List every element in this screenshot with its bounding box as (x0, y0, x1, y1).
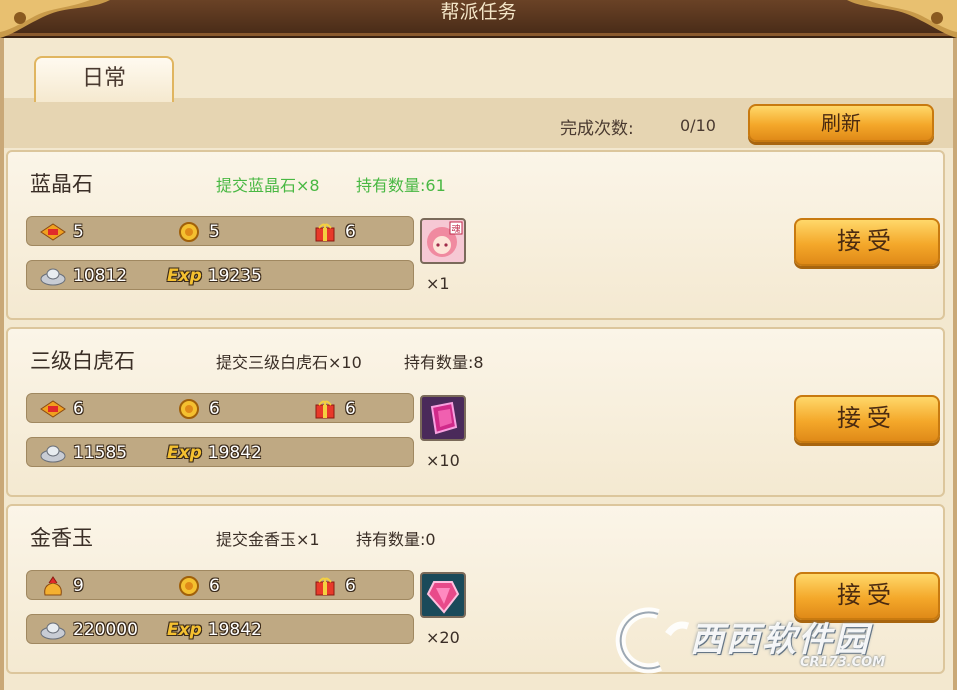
item-badge-text: 魂 (451, 223, 460, 235)
gold-coin-icon (179, 399, 199, 419)
task-name: 三级白虎石 (30, 349, 135, 373)
reward-value: 6 (209, 399, 220, 419)
item-slot[interactable] (420, 572, 466, 618)
reward-bar-bottom: 10812 Exp 19235 (26, 260, 414, 290)
window-title: 帮派任务 (440, 1, 517, 23)
task-held-count: 持有数量:8 (404, 353, 484, 372)
pink-crystal-icon (426, 581, 460, 614)
silver-value: 10812 (73, 266, 128, 286)
reward-bar-bottom: 11585 Exp 19842 (26, 437, 414, 467)
task-requirement: 提交金香玉×1 (216, 530, 320, 549)
reward-value: 6 (345, 576, 356, 596)
watermark-subtext: CR173.COM (800, 655, 886, 670)
completion-count-label: 完成次数: (560, 119, 634, 139)
task-name: 金香玉 (30, 526, 93, 550)
watermark-text: 西西软件园 (690, 620, 870, 660)
reward-value: 6 (345, 399, 356, 419)
reward-value: 6 (209, 576, 220, 596)
red-gem-medal-icon (40, 400, 66, 418)
reward-value: 6 (345, 222, 356, 242)
item-quantity: ×1 (426, 274, 450, 293)
silver-ingot-icon (40, 622, 66, 640)
completion-count-value: 0/10 (680, 116, 716, 135)
task-requirement: 提交蓝晶石×8 (216, 176, 320, 195)
gift-box-icon (315, 223, 335, 242)
task-card-1: 蓝晶石 提交蓝晶石×8 持有数量:61 5 5 6 10812 Exp 1923… (6, 150, 945, 320)
reward-value: 9 (73, 576, 84, 596)
exp-value: 19842 (207, 443, 262, 463)
exp-value: 19842 (207, 620, 262, 640)
task-held-count: 持有数量:0 (356, 530, 436, 549)
refresh-button[interactable]: 刷新 (748, 104, 934, 142)
exp-icon: Exp (167, 443, 202, 463)
item-quantity: ×20 (426, 628, 460, 647)
accept-button[interactable]: 接受 (794, 218, 940, 266)
task-requirement: 提交三级白虎石×10 (216, 353, 362, 372)
item-slot[interactable] (420, 395, 466, 441)
exp-icon: Exp (167, 620, 202, 640)
red-gem-medal-icon (40, 223, 66, 241)
accept-button[interactable]: 接受 (794, 395, 940, 443)
reward-bar-bottom: 220000 Exp 19842 (26, 614, 414, 644)
reward-value: 5 (209, 222, 220, 242)
gold-coin-icon (179, 576, 199, 596)
exp-icon: Exp (167, 266, 202, 286)
item-slot[interactable]: 魂 (420, 218, 466, 264)
exp-value: 19235 (207, 266, 262, 286)
reward-value: 6 (73, 399, 84, 419)
silver-value: 220000 (73, 620, 138, 640)
silver-ingot-icon (40, 445, 66, 463)
silver-ingot-icon (40, 268, 66, 286)
reward-bar-top: 5 5 6 (26, 216, 414, 246)
item-quantity: ×10 (426, 451, 460, 470)
tab-daily[interactable]: 日常 (34, 56, 174, 102)
task-name: 蓝晶石 (30, 172, 93, 196)
pink-hair-character-icon: 魂 (427, 221, 463, 257)
gold-pouch-icon (44, 576, 62, 596)
reward-value: 5 (73, 222, 84, 242)
reward-bar-top: 9 6 6 (26, 570, 414, 600)
gold-coin-icon (179, 222, 199, 242)
silver-value: 11585 (73, 443, 128, 463)
title-bar: 帮派任务 (0, 0, 957, 38)
task-card-2: 三级白虎石 提交三级白虎石×10 持有数量:8 6 6 6 11585 Exp … (6, 327, 945, 497)
gift-box-icon (315, 400, 335, 419)
gift-box-icon (315, 577, 335, 596)
purple-gem-icon (430, 401, 458, 435)
reward-bar-top: 6 6 6 (26, 393, 414, 423)
task-held-count: 持有数量:61 (356, 176, 446, 195)
